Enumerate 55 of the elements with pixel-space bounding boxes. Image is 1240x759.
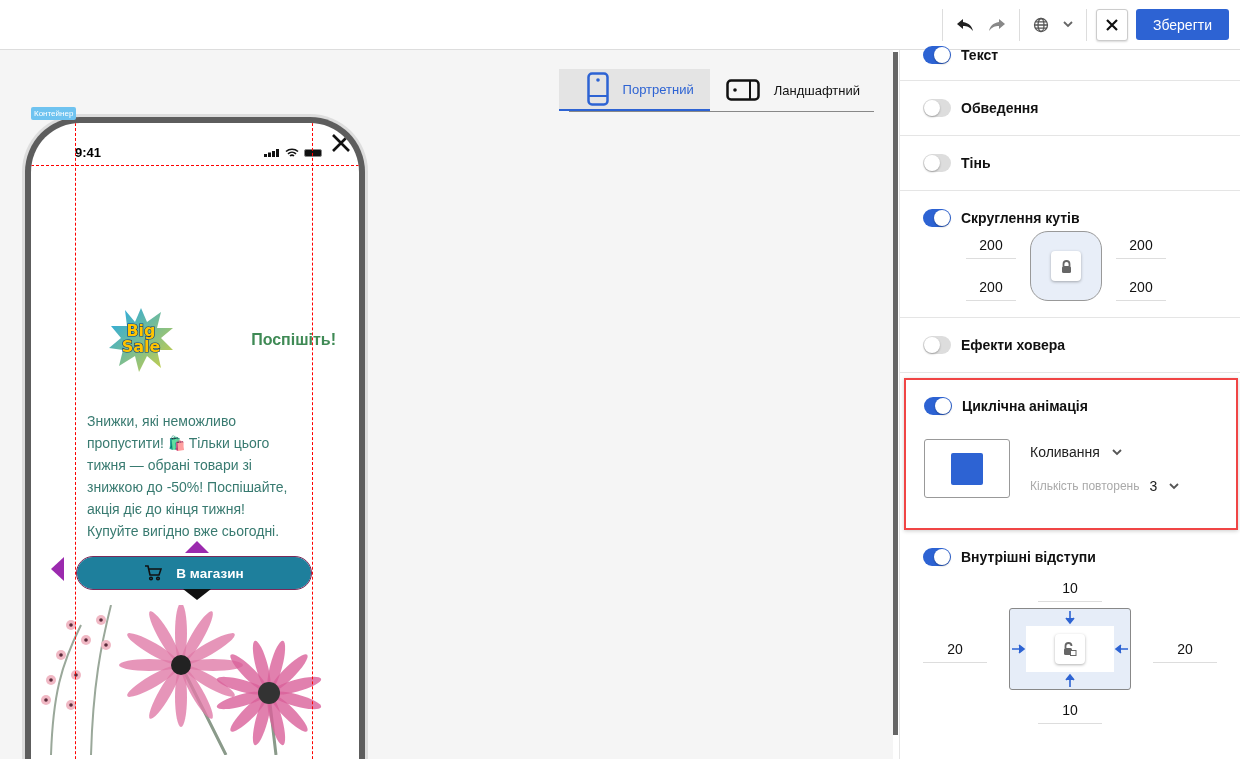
close-button[interactable] (1096, 8, 1128, 41)
repeat-dropdown[interactable]: 3 (1149, 478, 1180, 494)
corner-radius-field[interactable]: 200 (1116, 231, 1166, 259)
toggle-switch[interactable] (923, 99, 951, 117)
animation-dropdown[interactable]: Коливання (1030, 444, 1180, 460)
section-label: Циклічна анімація (962, 398, 1088, 414)
toggle-switch[interactable] (923, 209, 951, 227)
cart-icon (144, 565, 163, 581)
container-tag: Контейнер (31, 107, 77, 120)
orientation-tab[interactable]: Портретний (558, 69, 710, 111)
battery-icon (304, 148, 323, 157)
corner-radius-field[interactable]: 200 (966, 231, 1016, 259)
toggle-switch[interactable] (924, 397, 952, 415)
promo-heading: Поспішіть! (251, 331, 336, 349)
padding-field[interactable]: 20 (923, 635, 987, 663)
section-label: Текст (961, 47, 999, 63)
padding-field[interactable]: 20 (1153, 635, 1217, 663)
phone-landscape-icon (725, 79, 760, 101)
toggle-switch[interactable] (923, 336, 951, 354)
scrollbar[interactable] (893, 52, 898, 735)
padding-field[interactable]: 10 (1038, 574, 1102, 602)
move-left-handle[interactable] (51, 557, 64, 581)
promo-text: Знижки, які неможливо пропустити! 🛍 Тільки цього тижня — обрані товари зі знижкою до -50%! Поспішайте, акція діє до кінця тижня! Купуйте вигідно вже сьогодні. (87, 412, 289, 541)
close-icon[interactable] (331, 133, 351, 153)
toggle-switch[interactable] (923, 46, 951, 64)
section-label: Внутрішні відступи (961, 549, 1096, 565)
section-label: Скруглення кутів (961, 210, 1080, 226)
corner-radius-field[interactable]: 200 (1116, 273, 1166, 301)
repeat-label: Кількість повторень (1030, 479, 1140, 493)
arrow-left-icon (1114, 644, 1128, 654)
status-time: 9:41 (75, 145, 102, 160)
corner-radius-field[interactable]: 200 (966, 273, 1016, 301)
section-label: Тінь (961, 155, 991, 171)
unlock-button[interactable] (1055, 634, 1085, 664)
wifi-icon (285, 147, 299, 158)
section-label: Ефекти ховера (961, 337, 1066, 353)
close-icon (1106, 18, 1118, 31)
toggle-switch[interactable] (923, 548, 951, 566)
arrow-up-icon (1065, 673, 1075, 687)
toggle-switch[interactable] (923, 154, 951, 172)
orientation-tab[interactable]: Ландшафтний (709, 69, 874, 111)
lock-icon (1060, 259, 1072, 273)
arrow-right-icon (1012, 644, 1026, 654)
signal-icon (264, 148, 280, 157)
chevron-down-icon (1111, 448, 1122, 456)
phone-portrait-icon (586, 72, 609, 106)
shop-button[interactable]: В магазин (77, 557, 311, 589)
chevron-down-icon (1169, 482, 1180, 490)
padding-field[interactable]: 10 (1038, 696, 1102, 724)
save-button[interactable]: Зберегти (1136, 9, 1229, 40)
arrow-down-icon (1065, 611, 1075, 625)
unlock-icon (1063, 642, 1077, 656)
section-label: Обведення (961, 100, 1039, 116)
sale-sticker: Big Sale (107, 306, 175, 374)
lock-button[interactable] (1051, 251, 1081, 281)
